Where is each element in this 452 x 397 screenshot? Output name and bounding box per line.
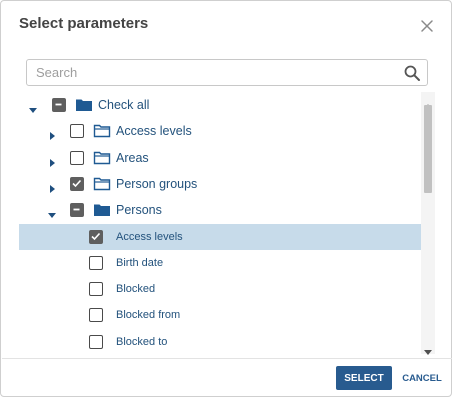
search-input[interactable]	[28, 61, 398, 84]
caret-right-icon[interactable]	[48, 180, 56, 193]
tree-item-label: Access levels	[116, 124, 192, 139]
caret-right-icon[interactable]	[48, 154, 56, 167]
checkbox[interactable]	[89, 308, 103, 323]
checkbox[interactable]	[89, 229, 103, 244]
tree-item[interactable]: Access levels	[19, 118, 421, 144]
tree-item[interactable]: Person groups	[19, 171, 421, 197]
caret-down-icon[interactable]	[29, 101, 37, 113]
tree-item-label: Blocked	[116, 283, 156, 296]
parameter-tree: Check all Access levels Areas Person groups…	[19, 92, 435, 354]
checkbox[interactable]	[89, 282, 103, 297]
checkbox[interactable]	[70, 124, 84, 139]
scrollbar-thumb[interactable]	[424, 105, 432, 193]
checkbox[interactable]	[89, 334, 103, 349]
select-button[interactable]: SELECT	[336, 366, 392, 390]
tree-item-label: Access levels	[116, 230, 183, 243]
tree-item[interactable]: Blocked from	[19, 302, 421, 328]
tree-item[interactable]: Blocked	[19, 276, 421, 302]
tree-item[interactable]: Persons	[19, 197, 421, 223]
tree-item-label: Birth date	[116, 256, 164, 269]
cancel-button[interactable]: CANCEL	[402, 366, 442, 390]
tree-item-label: Persons	[116, 203, 162, 218]
tree-item-label: Blocked to	[116, 335, 168, 348]
tree-item[interactable]: Blocked to	[19, 329, 421, 354]
caret-right-icon[interactable]	[48, 127, 56, 141]
dialog-title: Select parameters	[19, 15, 149, 32]
checkbox[interactable]	[70, 176, 84, 191]
checkbox[interactable]	[70, 203, 84, 218]
tree-item[interactable]: Check all	[19, 92, 421, 118]
select-parameters-dialog: Select parameters Check all Access levels…	[0, 0, 452, 397]
footer-divider	[2, 358, 452, 359]
checkbox[interactable]	[52, 98, 66, 112]
checkbox[interactable]	[70, 150, 84, 165]
tree-item-label: Check all	[98, 98, 150, 112]
checkbox[interactable]	[89, 255, 103, 270]
search-box	[26, 59, 428, 86]
scroll-down-arrow-icon[interactable]	[424, 343, 432, 355]
tree-item-label: Person groups	[116, 176, 198, 191]
folder-icon	[93, 124, 111, 138]
close-icon[interactable]	[417, 16, 437, 36]
search-icon[interactable]	[403, 64, 421, 82]
folder-open-icon	[75, 98, 93, 112]
folder-icon	[93, 151, 111, 165]
scroll-up-arrow-icon[interactable]	[424, 96, 432, 109]
tree-item[interactable]: Areas	[19, 145, 421, 171]
caret-down-icon[interactable]	[48, 206, 56, 219]
tree-item[interactable]: Birth date	[19, 250, 421, 276]
tree-item-label: Areas	[116, 150, 149, 165]
folder-open-icon	[93, 203, 111, 217]
tree-scrollbar[interactable]	[421, 92, 435, 355]
tree-item[interactable]: Access levels	[19, 223, 421, 250]
folder-icon	[93, 177, 111, 191]
tree-item-label: Blocked from	[116, 309, 181, 322]
